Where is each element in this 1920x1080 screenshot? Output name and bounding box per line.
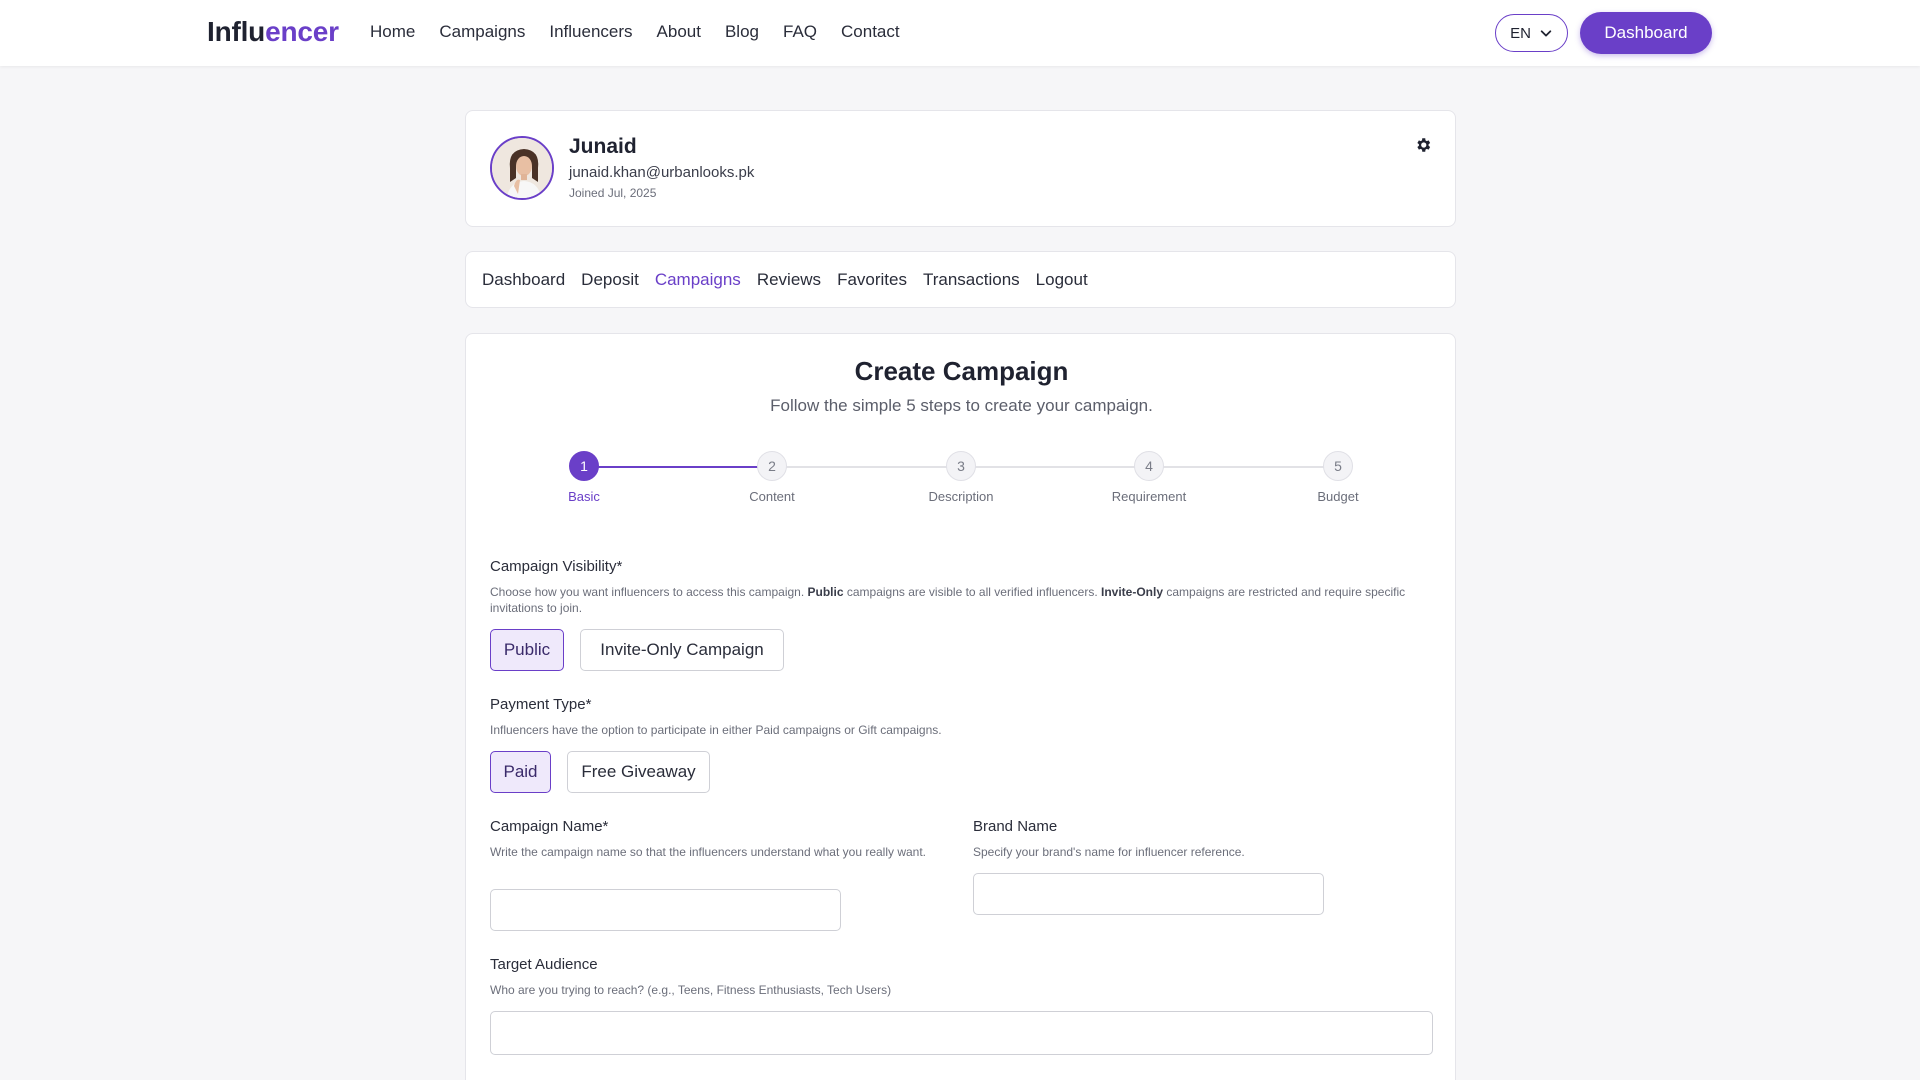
brand-name-hint: Specify your brand's name for influencer… — [973, 845, 1245, 859]
target-audience-label: Target Audience — [490, 956, 598, 973]
nav-home[interactable]: Home — [370, 22, 415, 42]
payment-free-giveaway-option[interactable]: Free Giveaway — [567, 751, 710, 793]
brand-name-label: Brand Name — [973, 818, 1058, 835]
step-2-circle[interactable]: 2 — [757, 451, 787, 481]
step-connector — [764, 466, 1341, 468]
nav-influencers[interactable]: Influencers — [549, 22, 632, 42]
tab-deposit[interactable]: Deposit — [581, 270, 639, 290]
visibility-label: Campaign Visibility* — [490, 558, 623, 575]
profile-card: Junaid junaid.khan@urbanlooks.pk Joined … — [465, 110, 1456, 227]
visibility-hint-public: Public — [807, 585, 844, 599]
target-audience-input[interactable] — [490, 1011, 1433, 1055]
nav-campaigns[interactable]: Campaigns — [439, 22, 525, 42]
target-audience-hint: Who are you trying to reach? (e.g., Teen… — [490, 983, 892, 997]
account-tabs: Dashboard Deposit Campaigns Reviews Favo… — [465, 251, 1456, 308]
step-connector-done — [584, 466, 764, 468]
campaign-name-label: Campaign Name* — [490, 818, 609, 835]
visibility-hint-text: Choose how you want influencers to acces… — [490, 585, 808, 599]
page-title: Create Campaign — [854, 356, 1069, 386]
visibility-hint: Choose how you want influencers to acces… — [490, 584, 1435, 616]
nav-blog[interactable]: Blog — [725, 22, 759, 42]
logo-text-dark: Influ — [207, 16, 266, 47]
payment-paid-option[interactable]: Paid — [490, 751, 551, 793]
step-1-circle[interactable]: 1 — [569, 451, 599, 481]
tab-dashboard[interactable]: Dashboard — [482, 270, 565, 290]
step-5-circle[interactable]: 5 — [1323, 451, 1353, 481]
profile-name: Junaid — [569, 135, 637, 158]
visibility-hint-text-2: campaigns are visible to all verified in… — [843, 585, 1101, 599]
visibility-invite-only-option[interactable]: Invite-Only Campaign — [580, 629, 784, 671]
tab-reviews[interactable]: Reviews — [757, 270, 821, 290]
profile-email: junaid.khan@urbanlooks.pk — [569, 164, 755, 181]
nav-about[interactable]: About — [657, 22, 701, 42]
step-1-label: Basic — [568, 489, 600, 504]
step-2-label: Content — [749, 489, 795, 504]
payment-type-label: Payment Type* — [490, 696, 592, 713]
gear-icon[interactable] — [1414, 136, 1432, 154]
campaign-name-input[interactable] — [490, 889, 841, 931]
tab-campaigns[interactable]: Campaigns — [655, 270, 741, 290]
nav-contact[interactable]: Contact — [841, 22, 900, 42]
avatar-image — [492, 138, 552, 198]
avatar — [490, 136, 554, 200]
profile-joined-date: Joined Jul, 2025 — [569, 186, 657, 200]
tab-favorites[interactable]: Favorites — [837, 270, 907, 290]
nav-faq[interactable]: FAQ — [783, 22, 817, 42]
tab-logout[interactable]: Logout — [1036, 270, 1088, 290]
logo-text-accent: encer — [265, 16, 339, 47]
top-navbar: Influencer Home Campaigns Influencers Ab… — [0, 0, 1920, 66]
language-select[interactable]: EN — [1495, 14, 1568, 52]
visibility-hint-invite: Invite-Only — [1101, 585, 1164, 599]
visibility-public-option[interactable]: Public — [490, 629, 564, 671]
create-campaign-card: Create Campaign Follow the simple 5 step… — [465, 333, 1456, 1080]
step-4-label: Requirement — [1111, 489, 1187, 504]
dashboard-button[interactable]: Dashboard — [1580, 12, 1712, 54]
brand-name-input[interactable] — [973, 873, 1324, 915]
campaign-name-hint: Write the campaign name so that the infl… — [490, 845, 927, 859]
logo[interactable]: Influencer — [207, 16, 339, 48]
step-3-label: Description — [928, 489, 994, 504]
chevron-down-icon — [1540, 30, 1552, 37]
step-5-label: Budget — [1317, 489, 1359, 504]
page-subtitle: Follow the simple 5 steps to create your… — [770, 396, 1153, 415]
step-4-circle[interactable]: 4 — [1134, 451, 1164, 481]
language-label: EN — [1510, 24, 1531, 42]
main-nav: Home Campaigns Influencers About Blog FA… — [370, 22, 900, 42]
step-3-circle[interactable]: 3 — [946, 451, 976, 481]
payment-type-hint: Influencers have the option to participa… — [490, 723, 942, 737]
tab-transactions[interactable]: Transactions — [923, 270, 1020, 290]
